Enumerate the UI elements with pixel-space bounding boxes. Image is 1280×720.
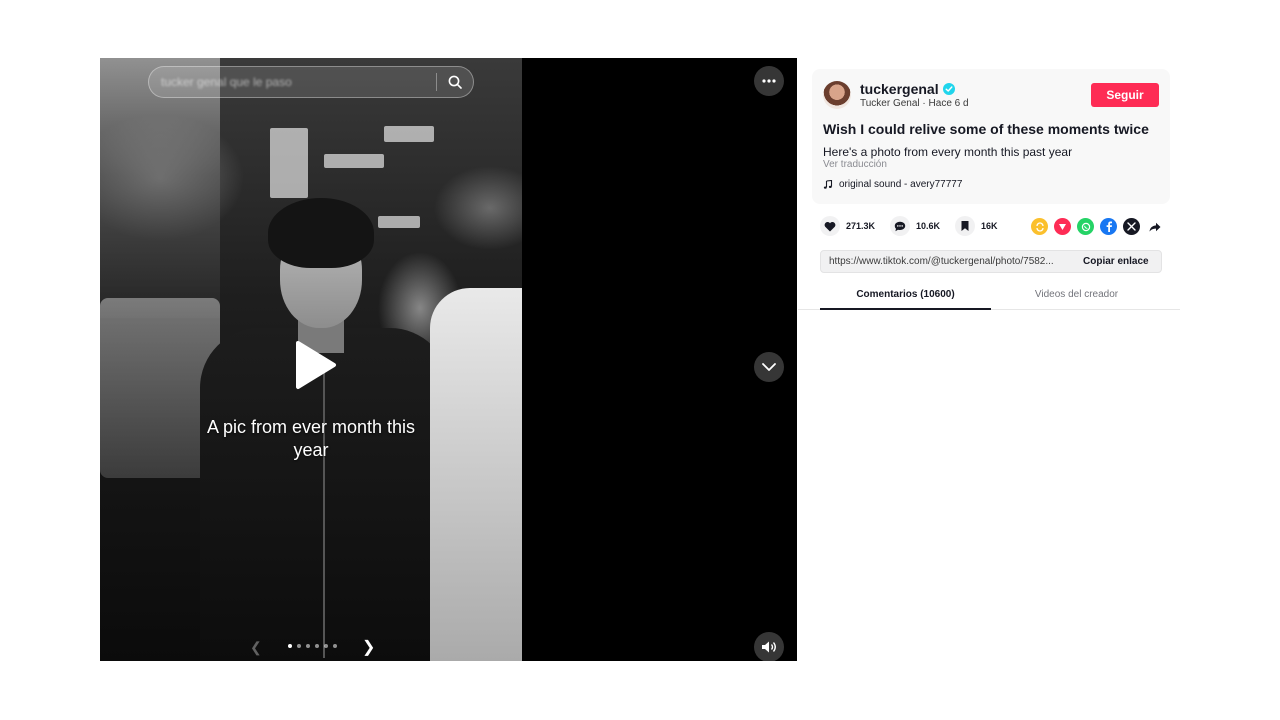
search-input[interactable]: tucker genal que le paso bbox=[161, 75, 436, 89]
chevron-down-icon bbox=[762, 363, 776, 371]
photo-player[interactable]: tucker genal que le paso A pic from ever… bbox=[100, 58, 797, 661]
photo-caption: A pic from ever month this year bbox=[206, 417, 416, 460]
comment-button[interactable]: 10.6K bbox=[890, 216, 940, 236]
carousel-indicator bbox=[288, 644, 337, 648]
share-link-field[interactable]: https://www.tiktok.com/@tuckergenal/phot… bbox=[821, 256, 1075, 267]
whatsapp-icon[interactable] bbox=[1077, 218, 1094, 235]
x-icon[interactable] bbox=[1123, 218, 1140, 235]
search-icon[interactable] bbox=[437, 66, 473, 98]
author-name[interactable]: tuckergenal bbox=[860, 81, 955, 97]
carousel-dot[interactable] bbox=[297, 644, 301, 648]
post-info-card: tuckergenal Tucker Genal · Hace 6 d Segu… bbox=[812, 69, 1170, 204]
play-button[interactable] bbox=[294, 340, 338, 390]
repost-icon[interactable] bbox=[1031, 218, 1048, 235]
sound-name[interactable]: original sound - avery77777 bbox=[839, 179, 962, 190]
carousel-dot[interactable] bbox=[324, 644, 328, 648]
music-note-icon bbox=[823, 179, 833, 189]
sound-link[interactable]: original sound - avery77777 bbox=[823, 179, 962, 190]
carousel-dot[interactable] bbox=[333, 644, 337, 648]
username-text[interactable]: tuckergenal bbox=[860, 81, 939, 97]
post-description: Here's a photo from every month this pas… bbox=[823, 145, 1073, 159]
tab-comments[interactable]: Comentarios (10600) bbox=[820, 289, 991, 310]
second-person bbox=[430, 288, 522, 661]
verified-icon bbox=[942, 83, 955, 95]
author-subline: Tucker Genal · Hace 6 d bbox=[860, 98, 969, 109]
carousel-dot[interactable] bbox=[288, 644, 292, 648]
post-title: Wish I could relive some of these moment… bbox=[823, 121, 1149, 137]
carousel-next-button[interactable]: ❯ bbox=[362, 637, 375, 657]
save-button[interactable]: 16K bbox=[955, 216, 998, 236]
translate-link[interactable]: Ver traducción bbox=[823, 159, 887, 170]
play-icon bbox=[296, 341, 336, 389]
carousel-prev-button[interactable]: ❮ bbox=[250, 639, 262, 656]
like-count: 271.3K bbox=[846, 221, 876, 231]
neon-sign bbox=[270, 128, 308, 198]
more-icon bbox=[762, 79, 776, 83]
save-count: 16K bbox=[981, 221, 998, 231]
carousel-dot[interactable] bbox=[306, 644, 310, 648]
action-bar: 271.3K 10.6K 16K bbox=[820, 216, 1170, 238]
hair bbox=[268, 198, 374, 268]
copy-link-button[interactable]: Copiar enlace bbox=[1075, 256, 1149, 267]
neon-sign bbox=[384, 126, 434, 142]
comment-count: 10.6K bbox=[916, 221, 941, 231]
search-bar[interactable]: tucker genal que le paso bbox=[148, 66, 474, 98]
heart-icon bbox=[820, 216, 840, 236]
forward-icon[interactable] bbox=[1146, 218, 1163, 235]
facebook-icon[interactable] bbox=[1100, 218, 1117, 235]
comment-icon bbox=[890, 216, 910, 236]
more-options-button[interactable] bbox=[754, 66, 784, 96]
page: tucker genal que le paso A pic from ever… bbox=[0, 0, 1280, 720]
tab-creator-videos[interactable]: Videos del creador bbox=[991, 289, 1162, 300]
neon-sign bbox=[324, 154, 384, 168]
like-button[interactable]: 271.3K bbox=[820, 216, 875, 236]
carousel-dot[interactable] bbox=[315, 644, 319, 648]
follow-button[interactable]: Seguir bbox=[1091, 83, 1159, 107]
share-link-row: https://www.tiktok.com/@tuckergenal/phot… bbox=[820, 250, 1162, 273]
zipper bbox=[323, 368, 325, 658]
volume-icon bbox=[762, 641, 776, 653]
next-video-button[interactable] bbox=[754, 352, 784, 382]
volume-button[interactable] bbox=[754, 632, 784, 661]
tab-bar: Comentarios (10600) Videos del creador bbox=[798, 284, 1180, 310]
bookmark-icon bbox=[955, 216, 975, 236]
tiktok-share-icon[interactable] bbox=[1054, 218, 1071, 235]
avatar[interactable] bbox=[823, 81, 851, 109]
